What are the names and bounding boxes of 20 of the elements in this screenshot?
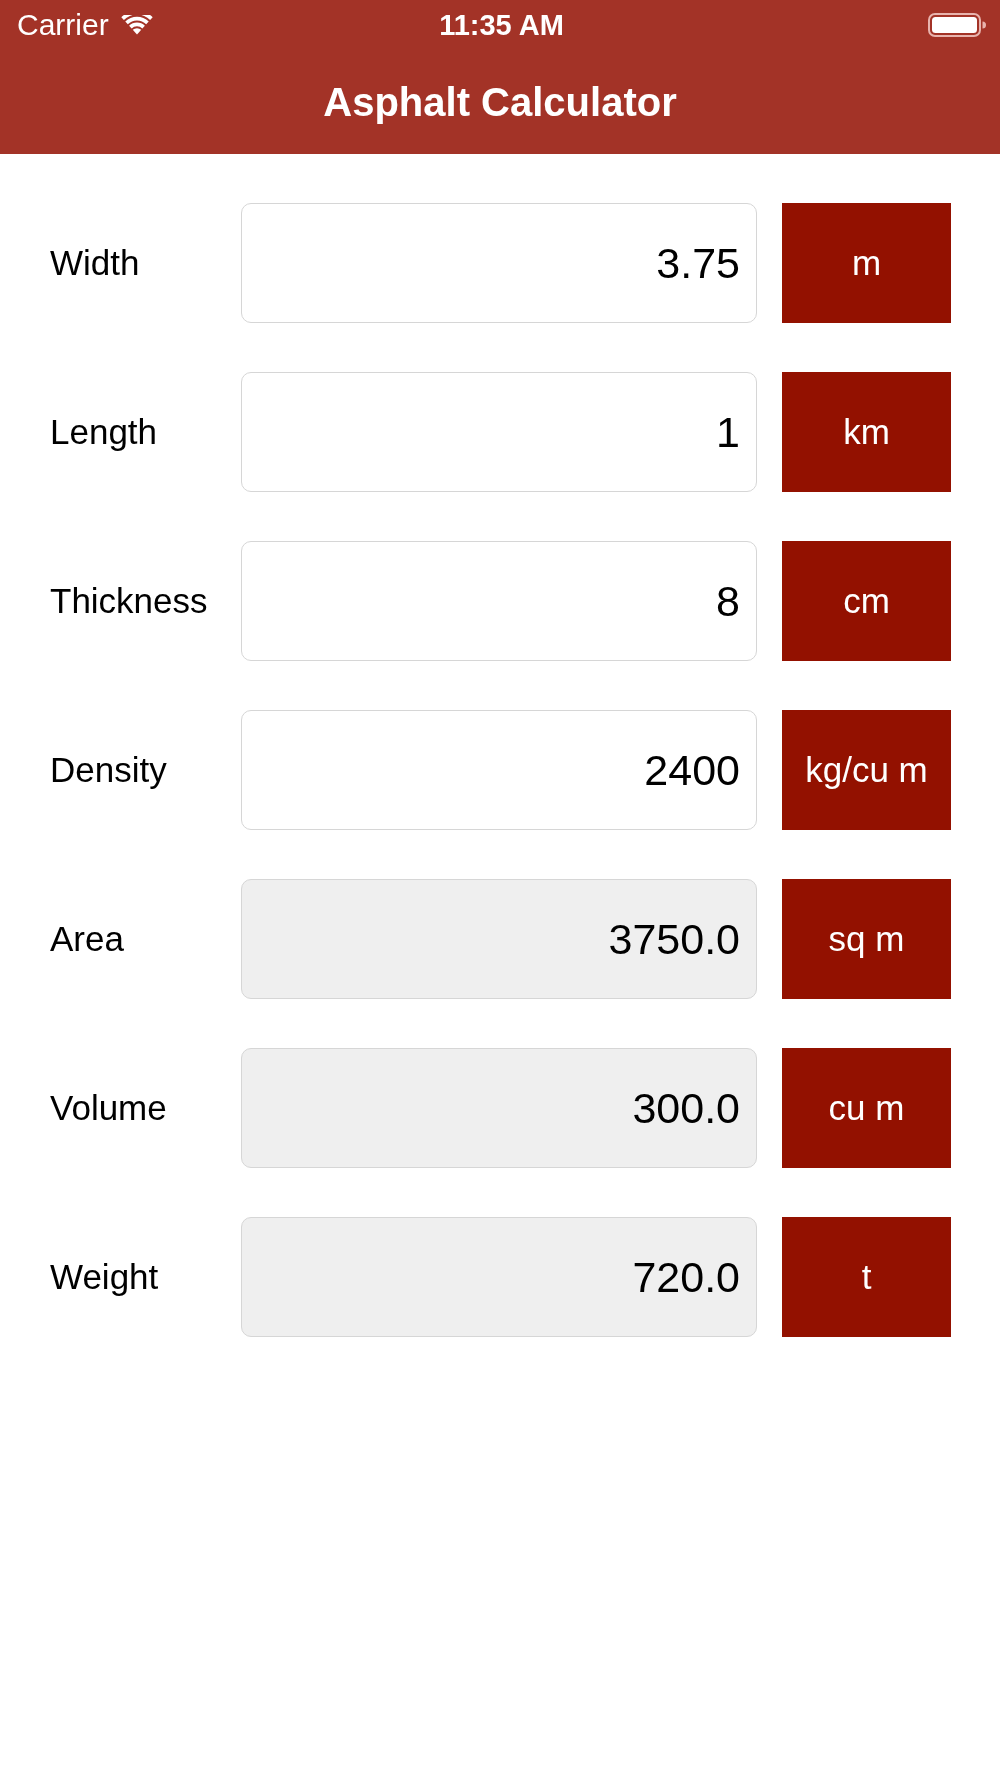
unit-button[interactable]: km xyxy=(782,372,951,492)
field-label: Area xyxy=(50,919,125,959)
number-field[interactable]: 8 xyxy=(241,541,757,661)
number-field[interactable]: 1 xyxy=(241,372,757,492)
unit-button[interactable]: kg/cu m xyxy=(782,710,951,830)
field-label: Density xyxy=(50,750,168,790)
number-field[interactable]: 2400 xyxy=(241,710,757,830)
clock-time: 11:35 AM xyxy=(439,8,564,42)
wifi-icon xyxy=(120,14,153,36)
number-field[interactable]: 3.75 xyxy=(241,203,757,323)
carrier-name: Carrier xyxy=(17,8,109,42)
unit-button[interactable]: cm xyxy=(782,541,951,661)
field-label: Volume xyxy=(50,1088,168,1128)
field-label: Thickness xyxy=(50,581,209,621)
field-label: Weight xyxy=(50,1257,160,1297)
unit-button[interactable]: m xyxy=(782,203,951,323)
field-label: Width xyxy=(50,243,141,283)
screen-title: Asphalt Calculator xyxy=(323,79,677,125)
battery-icon xyxy=(928,13,986,37)
field-label: Length xyxy=(50,412,159,452)
